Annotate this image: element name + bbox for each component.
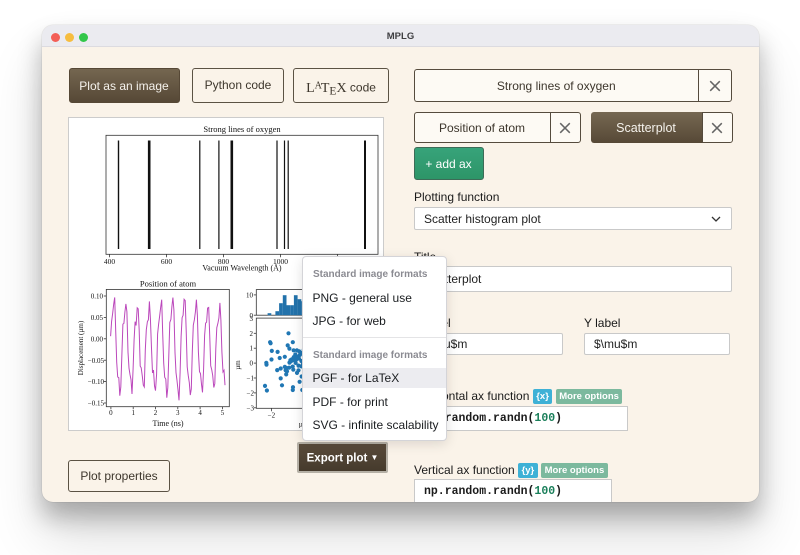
svg-text:600: 600	[161, 257, 173, 266]
svg-text:0.10: 0.10	[91, 293, 104, 301]
svg-text:0: 0	[250, 360, 254, 368]
svg-text:−1: −1	[247, 375, 255, 383]
svg-text:Displacement (µm): Displacement (µm)	[77, 320, 85, 375]
svg-text:400: 400	[104, 257, 116, 266]
svg-text:Position of atom: Position of atom	[140, 279, 197, 289]
svg-text:−3: −3	[247, 404, 255, 412]
svg-text:3: 3	[250, 315, 254, 323]
svg-text:µm: µm	[234, 360, 242, 370]
svg-text:2: 2	[250, 330, 254, 338]
svg-text:4: 4	[198, 409, 202, 417]
svg-text:−0.15: −0.15	[88, 400, 105, 408]
svg-text:Strong lines of oxygen: Strong lines of oxygen	[203, 124, 281, 134]
svg-text:−2: −2	[247, 389, 255, 397]
svg-text:0.00: 0.00	[91, 335, 104, 343]
svg-text:1: 1	[250, 345, 254, 353]
svg-text:Vacuum Wavelength (Å): Vacuum Wavelength (Å)	[202, 264, 282, 273]
svg-text:−0.10: −0.10	[88, 378, 105, 386]
svg-text:−2: −2	[268, 412, 276, 420]
svg-text:−0.05: −0.05	[88, 357, 105, 365]
svg-text:10: 10	[246, 292, 254, 300]
svg-text:Time (ns): Time (ns)	[152, 419, 183, 428]
svg-text:2: 2	[154, 409, 158, 417]
svg-text:5: 5	[221, 409, 225, 417]
svg-text:0: 0	[109, 409, 113, 417]
svg-text:1: 1	[131, 409, 135, 417]
svg-text:3: 3	[176, 409, 180, 417]
svg-text:0.05: 0.05	[91, 314, 104, 322]
